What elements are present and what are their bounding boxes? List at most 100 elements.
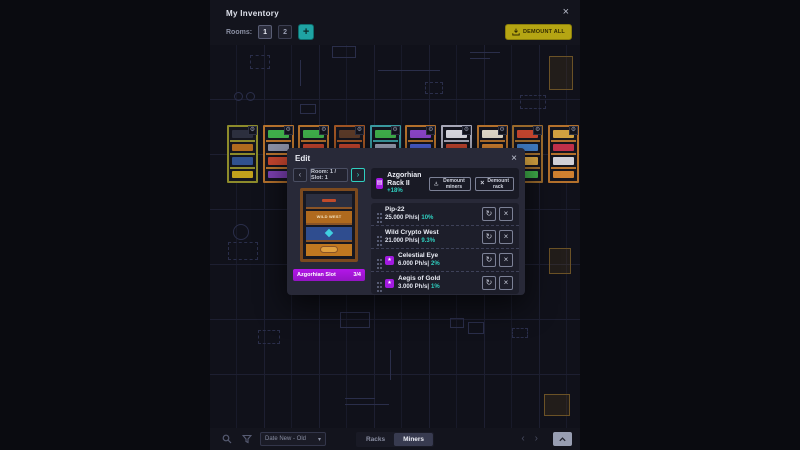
remove-icon: × — [480, 180, 484, 187]
gear-icon[interactable]: ⚙ — [462, 126, 471, 135]
demount-all-button[interactable]: DEMOUNT ALL — [505, 24, 572, 40]
prev-slot-button[interactable]: ‹ — [293, 168, 307, 182]
gear-icon[interactable]: ⚙ — [319, 126, 328, 135]
slot-label: Azgorhian Slot — [297, 272, 336, 278]
gear-icon[interactable]: ⚙ — [498, 126, 507, 135]
blueprint-shape — [340, 312, 370, 328]
room-button-1[interactable]: 1 — [258, 25, 272, 39]
blueprint-shape — [246, 92, 255, 101]
blueprint-shape — [549, 248, 571, 274]
rack-thumbnail[interactable]: ⚙ — [548, 125, 579, 183]
preview-shelf — [306, 244, 352, 257]
blueprint-shape — [544, 394, 570, 416]
drag-handle-icon[interactable] — [377, 282, 379, 284]
slot-navigator: ‹ Room: 1 / Slot: 1 › — [293, 168, 365, 182]
blueprint-shape — [258, 330, 280, 344]
room-button-2[interactable]: 2 — [278, 25, 292, 39]
search-icon[interactable] — [220, 432, 234, 446]
rack-thumbnail[interactable]: ⚙ — [227, 125, 258, 183]
chevron-down-icon: ▾ — [318, 436, 321, 443]
close-icon[interactable]: × — [511, 153, 517, 164]
remove-miner-button[interactable]: × — [499, 253, 513, 267]
thumb-shelf — [230, 155, 255, 169]
miner-power-value: 6.000 Ph/s| — [398, 261, 429, 267]
inventory-panel: My Inventory × Rooms: 1 2 + DEMOUNT ALL … — [210, 0, 580, 450]
swap-miner-button[interactable]: ↻ — [482, 230, 496, 244]
drag-handle-icon[interactable] — [377, 213, 379, 215]
miner-name: Pip-22 — [385, 206, 479, 214]
rack-header: ▤ Azgorhian Rack II +18% Demount miners — [371, 168, 519, 199]
rack-icon: ▤ — [376, 178, 383, 189]
drag-handle-icon[interactable] — [377, 259, 379, 261]
blueprint-shape — [345, 398, 375, 399]
rack-art-text: WILD WEST — [317, 214, 342, 219]
rack-detail-panel: ▤ Azgorhian Rack II +18% Demount miners — [371, 168, 519, 294]
preview-shelf — [306, 194, 352, 209]
gear-icon[interactable]: ⚙ — [533, 126, 542, 135]
miner-row: ★ Celestial Eye 6.000 Ph/s|2% ↻ × — [371, 248, 519, 271]
demount-miners-button[interactable]: Demount miners — [429, 177, 471, 191]
remove-miner-button[interactable]: × — [499, 276, 513, 290]
swap-miner-button[interactable]: ↻ — [482, 207, 496, 221]
miner-share: 10% — [421, 215, 433, 221]
edit-modal-title: Edit — [295, 154, 310, 163]
remove-miner-button[interactable]: × — [499, 230, 513, 244]
blueprint-shape — [345, 404, 389, 405]
blueprint-shape — [425, 82, 443, 94]
slot-panel: ‹ Room: 1 / Slot: 1 › WILD WEST Azgorhia… — [293, 168, 365, 294]
gear-icon[interactable]: ⚙ — [391, 126, 400, 135]
add-room-button[interactable]: + — [298, 24, 314, 40]
bottom-toolbar: Date New - Old ▾ Racks Miners ‹ › — [210, 428, 580, 450]
blueprint-shape — [450, 318, 464, 328]
miner-name: Celestial Eye — [398, 252, 479, 260]
miner-power: 21.000 Ph/s|9.3% — [385, 237, 479, 245]
thumb-shelf — [551, 169, 576, 181]
rack-bonus: +18% — [387, 188, 425, 195]
rooms-switcher: Rooms: 1 2 + — [226, 24, 314, 40]
rack-name: Azgorhian Rack II — [387, 172, 425, 188]
next-slot-button[interactable]: › — [351, 168, 365, 182]
blueprint-shape — [470, 52, 500, 53]
demount-rack-button[interactable]: × Demount rack — [475, 177, 514, 191]
miner-name: Aegis of Gold — [398, 275, 479, 283]
miner-share: 2% — [431, 261, 440, 267]
blueprint-shape — [520, 95, 546, 109]
next-page-button[interactable]: › — [535, 434, 538, 444]
gear-icon[interactable]: ⚙ — [248, 126, 257, 135]
prev-page-button[interactable]: ‹ — [521, 434, 524, 444]
miner-power: 3.000 Ph/s|1% — [398, 283, 479, 291]
edit-modal: Edit × ‹ Room: 1 / Slot: 1 › WILD WEST A… — [287, 148, 525, 295]
miner-share: 9.3% — [421, 238, 435, 244]
close-icon[interactable]: × — [563, 7, 569, 18]
miner-row: ★ Wild Crypto West 21.000 Ph/s|9.3% ↻ × — [371, 225, 519, 248]
gear-icon[interactable]: ⚙ — [569, 126, 578, 135]
miner-power: 6.000 Ph/s|2% — [398, 260, 479, 268]
blueprint-shape — [332, 46, 356, 58]
swap-miner-button[interactable]: ↻ — [482, 276, 496, 290]
rack-preview-image: WILD WEST — [300, 188, 358, 262]
panel-header: My Inventory × Rooms: 1 2 + DEMOUNT ALL — [210, 0, 580, 45]
remove-miner-button[interactable]: × — [499, 207, 513, 221]
thumb-shelf — [230, 142, 255, 156]
miner-row: ★ Aegis of Gold 3.000 Ph/s|1% ↻ × — [371, 271, 519, 294]
filter-icon[interactable] — [240, 432, 254, 446]
collapse-button[interactable] — [553, 432, 572, 446]
blueprint-shape — [378, 70, 440, 71]
blueprint-shape — [549, 56, 573, 90]
swap-miner-button[interactable]: ↻ — [482, 253, 496, 267]
gear-icon[interactable]: ⚙ — [426, 126, 435, 135]
tray-download-icon — [512, 28, 520, 36]
tab-miners[interactable]: Miners — [394, 433, 433, 446]
miner-list: ★ Pip-22 25.000 Ph/s|10% ↻ × — [371, 203, 519, 294]
demount-miners-label: Demount miners — [442, 178, 467, 190]
sort-dropdown[interactable]: Date New - Old ▾ — [260, 432, 326, 446]
thumb-shelf — [230, 169, 255, 181]
gear-icon[interactable]: ⚙ — [284, 126, 293, 135]
tab-racks[interactable]: Racks — [357, 433, 394, 446]
drag-handle-icon[interactable] — [377, 236, 379, 238]
room-slot-label: Room: 1 / Slot: 1 — [310, 168, 348, 182]
miner-name: Wild Crypto West — [385, 229, 479, 237]
gear-icon[interactable]: ⚙ — [355, 126, 364, 135]
chevron-up-icon — [558, 435, 567, 444]
page-title: My Inventory — [226, 9, 279, 18]
